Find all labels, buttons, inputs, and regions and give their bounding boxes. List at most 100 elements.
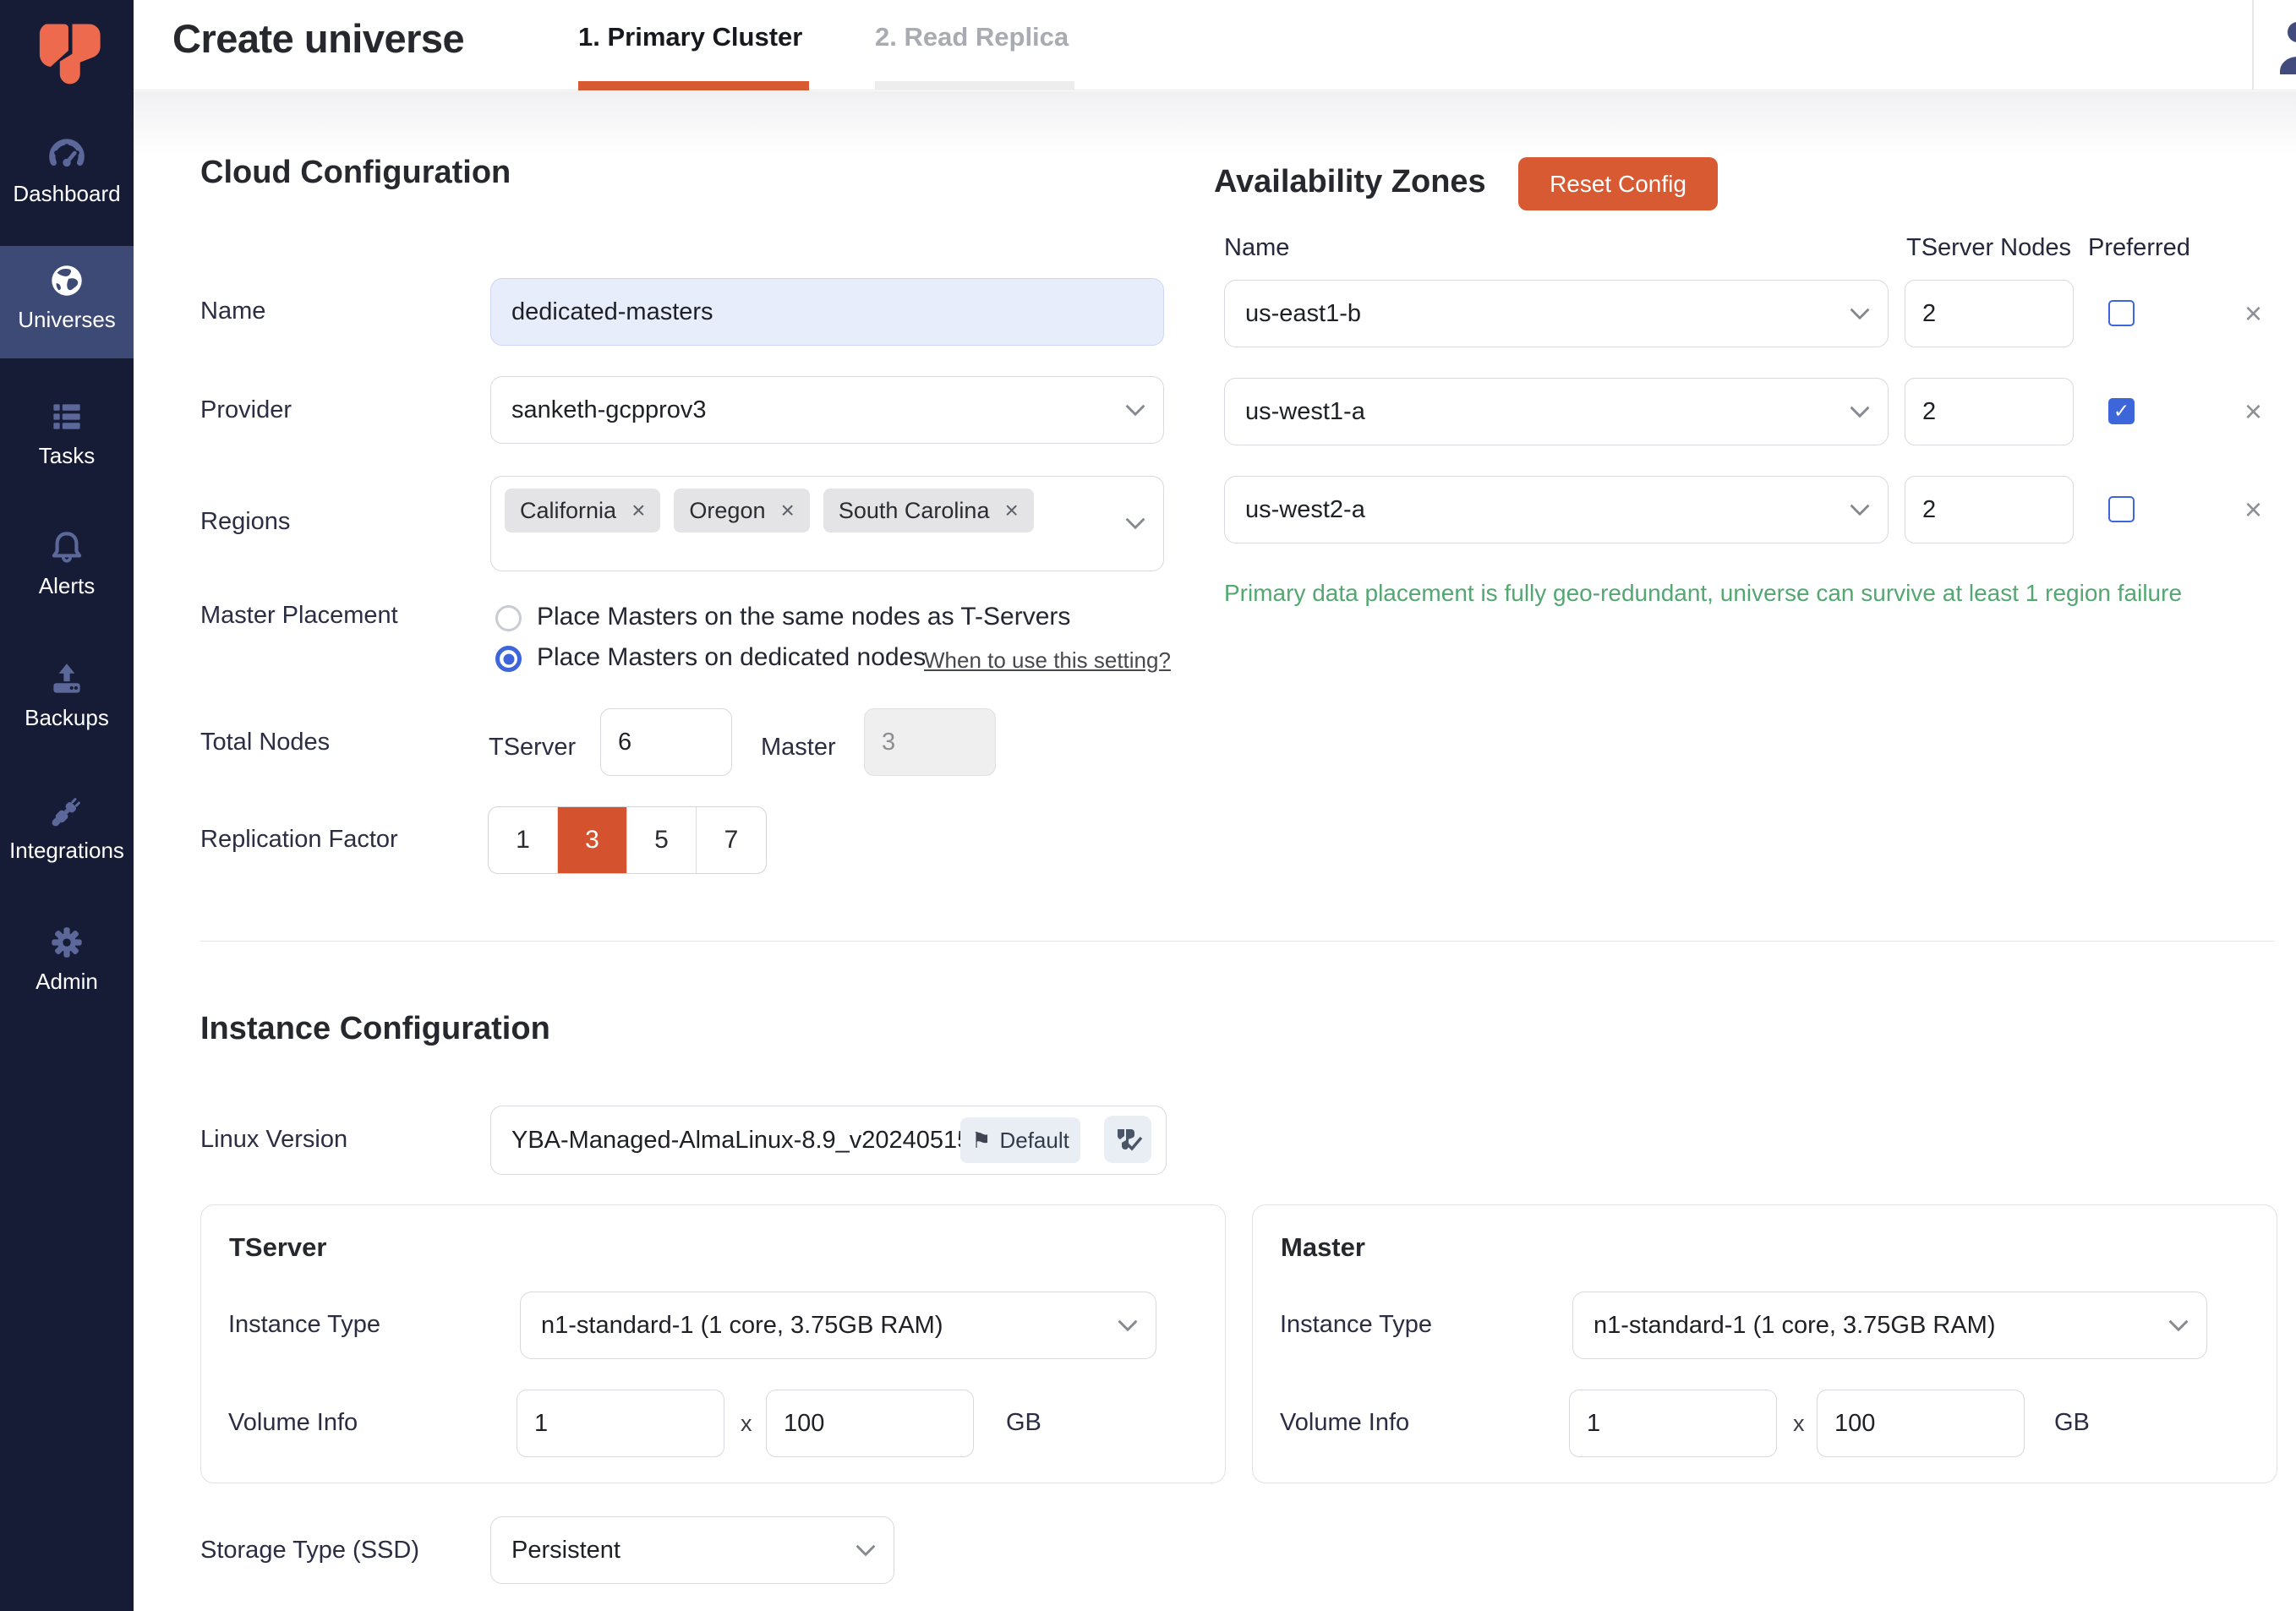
universe-name-value: dedicated-masters xyxy=(491,298,713,326)
az-zone-value: us-west1-a xyxy=(1225,398,1365,426)
flag-icon: ⚑ xyxy=(971,1128,991,1154)
linux-version-action-button[interactable] xyxy=(1104,1116,1151,1163)
master-volume-count-input[interactable]: 1 xyxy=(1569,1390,1777,1457)
sidebar-item-integrations[interactable]: Integrations xyxy=(0,790,134,864)
upload-icon xyxy=(46,658,88,700)
header-divider xyxy=(2252,0,2254,90)
master-volume-size-input[interactable]: 100 xyxy=(1817,1390,2025,1457)
tserver-count-value: 6 xyxy=(601,729,631,756)
tab-primary-cluster[interactable]: 1. Primary Cluster xyxy=(578,22,802,52)
when-to-use-link[interactable]: When to use this setting? xyxy=(924,647,1171,674)
az-nodes-value: 2 xyxy=(1905,398,1936,426)
tserver-volume-size-input[interactable]: 100 xyxy=(766,1390,974,1457)
master-placement-label: Master Placement xyxy=(200,602,398,630)
provider-label: Provider xyxy=(200,396,292,424)
master-instance-type-select[interactable]: n1-standard-1 (1 core, 3.75GB RAM) xyxy=(1572,1292,2207,1359)
master-instance-type-label: Instance Type xyxy=(1280,1311,1432,1339)
az-zone-select[interactable]: us-west2-a xyxy=(1224,476,1889,543)
sidebar: Dashboard Universes Tasks xyxy=(0,0,134,1611)
az-nodes-input[interactable]: 2 xyxy=(1905,378,2074,445)
master-volume-size-value: 100 xyxy=(1818,1410,1875,1438)
volume-multiply-label: x xyxy=(741,1411,752,1437)
tserver-panel-title: TServer xyxy=(229,1232,326,1263)
tserver-volume-size-value: 100 xyxy=(767,1410,824,1438)
tab-read-replica[interactable]: 2. Read Replica xyxy=(875,22,1069,52)
sidebar-item-label: Tasks xyxy=(0,443,134,469)
az-preferred-checkbox[interactable] xyxy=(2108,496,2135,522)
gear-icon xyxy=(46,921,88,964)
header-shadow xyxy=(134,91,2296,155)
radio-masters-dedicated-nodes[interactable] xyxy=(495,646,522,672)
region-chip-label: Oregon xyxy=(689,498,765,524)
radio-masters-dedicated-nodes-label: Place Masters on dedicated nodes xyxy=(537,643,926,672)
rf-option-1[interactable]: 1 xyxy=(489,807,558,873)
storage-type-label: Storage Type (SSD) xyxy=(200,1537,419,1565)
sidebar-item-admin[interactable]: Admin xyxy=(0,921,134,995)
az-zone-select[interactable]: us-east1-b xyxy=(1224,280,1889,347)
sidebar-item-backups[interactable]: Backups xyxy=(0,658,134,731)
az-preferred-checkbox[interactable] xyxy=(2108,300,2135,326)
chevron-down-icon xyxy=(1849,405,1871,418)
chevron-down-icon xyxy=(2168,1319,2189,1332)
universe-name-input[interactable]: dedicated-masters xyxy=(490,278,1164,346)
geo-redundancy-message: Primary data placement is fully geo-redu… xyxy=(1224,580,2182,607)
az-zone-value: us-west2-a xyxy=(1225,496,1365,524)
rf-option-7[interactable]: 7 xyxy=(697,807,766,873)
tserver-volume-info-label: Volume Info xyxy=(228,1409,358,1437)
radio-masters-same-nodes[interactable] xyxy=(495,605,522,631)
inactive-tab-indicator xyxy=(875,81,1074,90)
tserver-count-input[interactable]: 6 xyxy=(600,708,732,776)
replication-factor-label: Replication Factor xyxy=(200,826,398,854)
sidebar-item-dashboard[interactable]: Dashboard xyxy=(0,134,134,207)
az-remove-icon[interactable]: × xyxy=(2244,394,2262,429)
az-remove-icon[interactable]: × xyxy=(2244,492,2262,527)
rf-option-3[interactable]: 3 xyxy=(558,807,627,873)
sidebar-item-alerts[interactable]: Alerts xyxy=(0,526,134,599)
remove-region-icon[interactable]: × xyxy=(631,497,645,524)
volume-multiply-label: x xyxy=(1793,1411,1805,1437)
sidebar-item-label: Dashboard xyxy=(0,181,134,207)
az-preferred-checkbox[interactable]: ✓ xyxy=(2108,398,2135,424)
region-chip[interactable]: California × xyxy=(505,489,660,532)
sidebar-item-label: Integrations xyxy=(0,838,134,864)
yugabyte-logo[interactable] xyxy=(29,10,107,88)
region-chip-label: South Carolina xyxy=(839,498,990,524)
user-avatar-icon[interactable] xyxy=(2277,19,2296,79)
tserver-volume-count-input[interactable]: 1 xyxy=(517,1390,724,1457)
az-nodes-input[interactable]: 2 xyxy=(1905,280,2074,347)
storage-type-value: Persistent xyxy=(491,1537,620,1565)
region-chip[interactable]: South Carolina × xyxy=(823,489,1034,532)
chevron-down-icon xyxy=(1124,516,1146,530)
sidebar-item-label: Alerts xyxy=(0,573,134,599)
sidebar-item-universes[interactable]: Universes xyxy=(0,246,134,358)
remove-region-icon[interactable]: × xyxy=(1004,497,1018,524)
az-nodes-value: 2 xyxy=(1905,496,1936,524)
region-chip[interactable]: Oregon × xyxy=(674,489,809,532)
regions-multiselect[interactable]: California × Oregon × South Carolina × xyxy=(490,476,1164,571)
az-remove-icon[interactable]: × xyxy=(2244,296,2262,331)
rf-option-5[interactable]: 5 xyxy=(627,807,697,873)
az-column-name: Name xyxy=(1224,234,1289,262)
tserver-instance-type-label: Instance Type xyxy=(228,1311,380,1339)
name-label: Name xyxy=(200,298,265,325)
az-zone-select[interactable]: us-west1-a xyxy=(1224,378,1889,445)
master-volume-info-label: Volume Info xyxy=(1280,1409,1409,1437)
sidebar-item-tasks[interactable]: Tasks xyxy=(0,396,134,469)
cloud-configuration-title: Cloud Configuration xyxy=(200,155,511,191)
storage-type-select[interactable]: Persistent xyxy=(490,1516,894,1584)
master-instance-type-value: n1-standard-1 (1 core, 3.75GB RAM) xyxy=(1573,1312,1995,1340)
master-volume-count-value: 1 xyxy=(1570,1410,1600,1438)
provider-select[interactable]: sanketh-gcpprov3 xyxy=(490,376,1164,444)
globe-icon xyxy=(46,259,88,302)
sidebar-item-label: Backups xyxy=(0,705,134,731)
remove-region-icon[interactable]: × xyxy=(780,497,794,524)
tserver-instance-type-select[interactable]: n1-standard-1 (1 core, 3.75GB RAM) xyxy=(520,1292,1156,1359)
master-count-input: 3 xyxy=(864,708,996,776)
chevron-down-icon xyxy=(1117,1319,1139,1332)
linux-version-value: YBA-Managed-AlmaLinux-8.9_v20240515 xyxy=(491,1127,970,1155)
reset-config-button[interactable]: Reset Config xyxy=(1518,157,1718,210)
plug-icon xyxy=(46,790,88,833)
az-nodes-input[interactable]: 2 xyxy=(1905,476,2074,543)
page-title: Create universe xyxy=(172,15,464,62)
az-column-tserver-nodes: TServer Nodes xyxy=(1906,234,2071,262)
